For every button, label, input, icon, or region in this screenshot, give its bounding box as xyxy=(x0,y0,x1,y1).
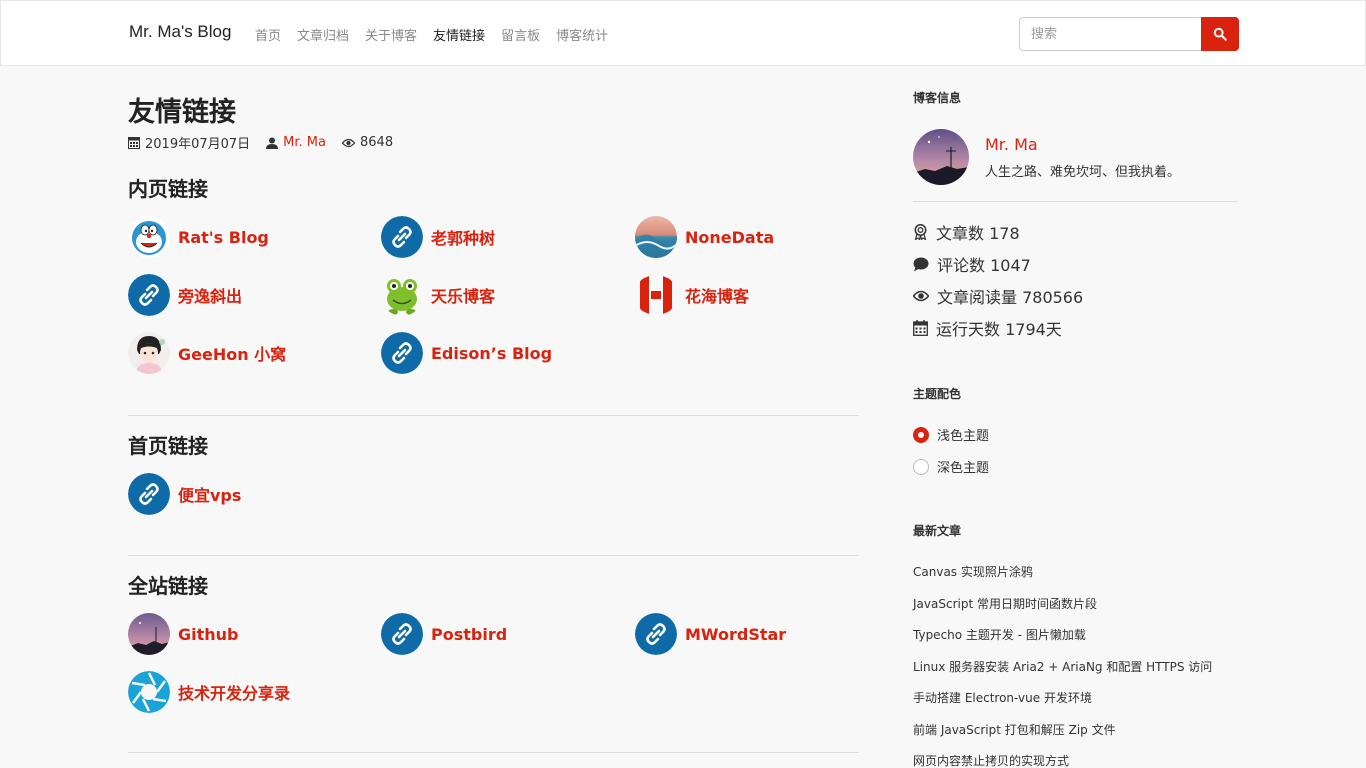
friend-link-label: 天乐博客 xyxy=(431,287,496,306)
friend-link-label: Postbird xyxy=(431,624,508,644)
post-date: 2019年07月07日 xyxy=(128,133,250,152)
red-h-logo-icon xyxy=(635,274,677,316)
comment-icon xyxy=(913,257,929,271)
friend-link-label: Github xyxy=(178,624,239,644)
friend-link-github[interactable]: Github xyxy=(128,613,239,655)
friend-link-label: GeeHon 小窝 xyxy=(178,345,287,364)
avatar xyxy=(913,129,969,185)
profile-name[interactable]: Mr. Ma xyxy=(985,135,1038,154)
recent-post-link[interactable]: 前端 JavaScript 打包和解压 Zip 文件 xyxy=(913,721,1116,738)
section-sitewide-links: 全站链接 xyxy=(128,570,859,600)
sidebar-divider xyxy=(913,201,1238,202)
recent-post-link[interactable]: 网页内容禁止拷贝的实现方式 xyxy=(913,752,1069,768)
brand-link[interactable]: Mr. Ma's Blog xyxy=(129,22,231,42)
friend-link-tech-share[interactable]: 技术开发分享录 xyxy=(128,671,290,713)
section-title: 内页链接 xyxy=(128,177,208,201)
nav-home[interactable]: 首页 xyxy=(255,25,281,44)
recent-post-link[interactable]: Typecho 主题开发 - 图片懒加载 xyxy=(913,626,1086,643)
nav-archive[interactable]: 文章归档 xyxy=(297,25,349,44)
friend-link-tianle[interactable]: 天乐博客 xyxy=(381,274,495,316)
night-sky-avatar-icon xyxy=(128,613,170,655)
search-button[interactable] xyxy=(1201,17,1239,51)
eye-icon xyxy=(913,290,929,302)
blog-info-heading: 博客信息 xyxy=(913,91,962,105)
section-title: 全站链接 xyxy=(128,574,208,598)
calendar-icon xyxy=(913,320,928,336)
calendar-icon xyxy=(128,137,140,149)
friend-link-edison[interactable]: Edison’s Blog xyxy=(381,332,552,374)
friend-link-label: NoneData xyxy=(685,227,775,247)
recent-post-link[interactable]: Linux 服务器安装 Aria2 + AriaNg 和配置 HTTPS 访问 xyxy=(913,658,1212,675)
friend-link-huahai[interactable]: 花海博客 xyxy=(635,274,749,316)
radio-checked-icon[interactable] xyxy=(913,426,929,443)
nav-guestbook[interactable]: 留言板 xyxy=(501,25,540,44)
page-title: 友情链接 xyxy=(128,97,236,128)
friend-link-nonedata[interactable]: NoneData xyxy=(635,216,774,258)
friend-link-label: Edison’s Blog xyxy=(431,343,553,363)
nav-friend-links[interactable]: 友情链接 xyxy=(433,25,485,44)
frog-avatar-icon xyxy=(381,274,423,316)
post-views: 8648 xyxy=(342,135,393,150)
theme-heading: 主题配色 xyxy=(913,387,962,401)
friend-link-mwordstar[interactable]: MWordStar xyxy=(635,613,786,655)
section-inner-links: 内页链接 xyxy=(128,173,859,203)
friend-link-label: 旁逸斜出 xyxy=(178,287,243,306)
section-divider xyxy=(128,555,859,556)
link-icon xyxy=(128,473,170,515)
section-title: 首页链接 xyxy=(128,434,208,458)
radio-unchecked-icon[interactable] xyxy=(913,458,929,475)
friend-link-label: 老郭种树 xyxy=(431,229,496,248)
recent-post-link[interactable]: JavaScript 常用日期时间函数片段 xyxy=(913,595,1097,612)
friend-link-label: 技术开发分享录 xyxy=(178,684,291,703)
recent-post-link[interactable]: Canvas 实现照片涂鸦 xyxy=(913,563,1033,580)
main-nav: 首页 文章归档 关于博客 友情链接 留言板 博客统计 xyxy=(255,25,624,44)
post-meta: 2019年07月07日 Mr. Ma 8648 xyxy=(128,133,409,152)
search-form xyxy=(1019,17,1239,51)
award-icon xyxy=(914,224,927,240)
theme-dark-radio[interactable]: 深色主题 xyxy=(913,457,989,476)
stat-days: 运行天数 1794天 xyxy=(913,316,1062,340)
stat-posts: 文章数 178 xyxy=(913,220,1020,244)
link-icon xyxy=(635,613,677,655)
link-icon xyxy=(128,274,170,316)
eye-icon xyxy=(342,138,355,147)
link-icon xyxy=(381,216,423,258)
search-input[interactable] xyxy=(1019,17,1201,51)
friend-link-postbird[interactable]: Postbird xyxy=(381,613,507,655)
friend-link-geehon[interactable]: GeeHon 小窝 xyxy=(128,332,286,374)
stat-comments: 评论数 1047 xyxy=(913,252,1031,276)
stat-reads: 文章阅读量 780566 xyxy=(913,284,1083,308)
search-icon xyxy=(1213,27,1227,41)
friend-link-rats-blog[interactable]: Rat's Blog xyxy=(128,216,269,258)
friend-link-label: 便宜vps xyxy=(178,486,242,505)
recent-post-link[interactable]: 手动搭建 Electron-vue 开发环境 xyxy=(913,689,1092,706)
nav-about[interactable]: 关于博客 xyxy=(365,25,417,44)
doraemon-avatar-icon xyxy=(128,216,170,258)
friend-link-cheap-vps[interactable]: 便宜vps xyxy=(128,473,241,515)
profile-bio: 人生之路、难免坎坷、但我执着。 xyxy=(985,165,1181,180)
section-divider xyxy=(128,752,859,753)
friend-link-label: Rat's Blog xyxy=(178,227,269,247)
top-navbar: Mr. Ma's Blog 首页 文章归档 关于博客 友情链接 留言板 博客统计 xyxy=(0,0,1366,66)
section-divider xyxy=(128,415,859,416)
theme-light-radio[interactable]: 浅色主题 xyxy=(913,425,989,444)
section-homepage-links: 首页链接 xyxy=(128,430,859,460)
recent-posts-heading: 最新文章 xyxy=(913,524,962,538)
friend-link-label: MWordStar xyxy=(685,624,787,644)
post-author: Mr. Ma xyxy=(266,135,326,150)
link-icon xyxy=(381,332,423,374)
anime-boy-avatar-icon xyxy=(128,332,170,374)
link-icon xyxy=(381,613,423,655)
author-link[interactable]: Mr. Ma xyxy=(283,135,326,150)
user-icon xyxy=(266,137,279,149)
friend-link-pangyi[interactable]: 旁逸斜出 xyxy=(128,274,242,316)
friend-link-laoguo[interactable]: 老郭种树 xyxy=(381,216,495,258)
aperture-logo-icon xyxy=(128,671,170,713)
friend-link-label: 花海博客 xyxy=(685,287,750,306)
nav-stats[interactable]: 博客统计 xyxy=(556,25,608,44)
wave-painting-avatar-icon xyxy=(635,216,677,258)
